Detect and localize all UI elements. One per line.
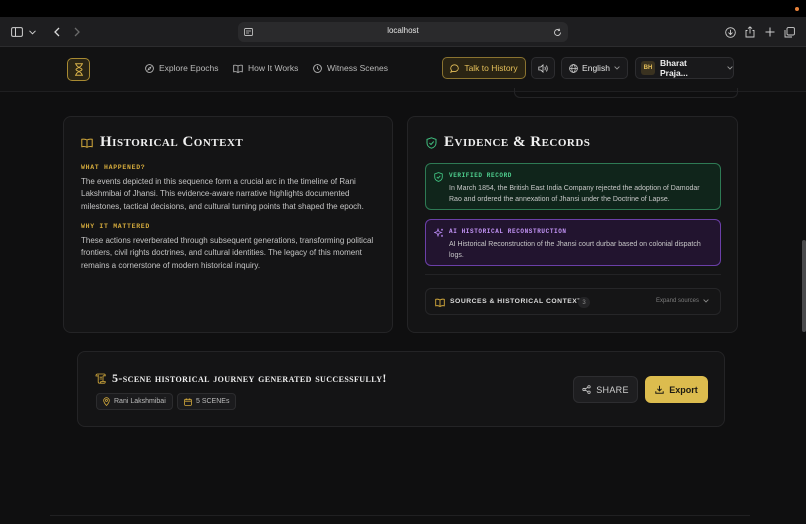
chevron-down-icon[interactable] <box>27 23 37 41</box>
sparkles-icon <box>434 228 443 238</box>
new-tab-icon[interactable] <box>764 23 776 41</box>
url-text: localhost <box>387 26 419 35</box>
page-scrollbar[interactable] <box>802 240 806 332</box>
ai-reconstruction-box: AI HISTORICAL RECONSTRUCTION AI Historic… <box>425 219 721 266</box>
book-open-icon <box>81 138 93 148</box>
export-button[interactable]: Export <box>645 376 708 403</box>
talk-button-label: Talk to History <box>464 63 518 73</box>
chip-label: 5 SCENEs <box>196 398 230 405</box>
speaker-icon <box>537 63 548 73</box>
book-icon <box>233 64 243 73</box>
shield-check-icon <box>434 172 443 182</box>
verified-record-box: VERIFIED RECORD In March 1854, the Briti… <box>425 163 721 210</box>
verified-record-label: VERIFIED RECORD <box>449 172 513 179</box>
share-icon <box>582 385 591 394</box>
journey-success-banner: 5-scene historical journey generated suc… <box>77 351 725 427</box>
card-title-text: Evidence & Records <box>444 134 591 150</box>
chat-bubble-icon <box>450 63 460 73</box>
language-value: English <box>582 63 610 73</box>
reload-icon[interactable] <box>552 27 562 37</box>
success-headline: 5-scene historical journey generated suc… <box>95 371 387 386</box>
browser-toolbar: localhost <box>0 17 806 47</box>
nav-link-label: Witness Scenes <box>327 63 388 73</box>
footer-divider <box>50 515 750 516</box>
share-button-label: SHARE <box>596 384 629 395</box>
chevron-down-icon <box>727 66 733 70</box>
export-button-label: Export <box>669 384 698 395</box>
talk-to-history-button[interactable]: Talk to History <box>442 57 526 79</box>
expand-sources-label: Expand sources <box>655 298 699 304</box>
what-happened-text: The events depicted in this sequence for… <box>81 177 364 211</box>
expand-sources-toggle[interactable]: Expand sources <box>656 298 709 304</box>
download-icon[interactable] <box>724 23 736 41</box>
chevron-down-icon <box>703 299 709 303</box>
hourglass-logo-icon[interactable] <box>67 58 90 81</box>
system-bar <box>0 0 806 17</box>
avatar: BH <box>641 61 655 75</box>
share-browser-icon[interactable] <box>744 23 756 41</box>
back-arrow-icon[interactable] <box>51 23 63 41</box>
compass-icon <box>145 63 154 73</box>
why-it-mattered-text: These actions reverberated through subse… <box>81 236 374 270</box>
scene-count-chip: 5 SCENEs <box>177 393 237 410</box>
ai-reconstruction-label: AI HISTORICAL RECONSTRUCTION <box>449 228 567 235</box>
sources-label: SOURCES & HISTORICAL CONTEXT <box>450 298 582 305</box>
user-name: Bharat Praja... <box>659 58 688 78</box>
app-navbar: Explore Epochs How It Works Witness Scen… <box>0 47 806 92</box>
recording-indicator-icon <box>795 7 799 11</box>
sidebar-toggle-icon[interactable] <box>9 23 25 41</box>
what-happened-heading: WHAT HAPPENED? <box>81 164 146 171</box>
historical-context-title: Historical Context <box>81 134 243 151</box>
chevron-down-icon <box>614 66 620 70</box>
epoch-chip: Rani Lakshmibai <box>96 393 173 410</box>
ai-reconstruction-text: AI Historical Reconstruction of the Jhan… <box>449 241 701 259</box>
nav-link-how-it-works[interactable]: How It Works <box>233 63 298 73</box>
nav-link-label: Explore Epochs <box>159 63 219 73</box>
user-menu[interactable]: BH Bharat Praja... <box>635 57 734 79</box>
calendar-icon <box>184 397 192 406</box>
sources-accordion[interactable]: SOURCES & HISTORICAL CONTEXT 3 Expand so… <box>425 288 721 315</box>
sources-count-badge: 3 <box>578 297 590 308</box>
share-button[interactable]: SHARE <box>573 376 638 403</box>
nav-link-label: How It Works <box>248 63 299 73</box>
card-title-text: Historical Context <box>100 134 244 150</box>
verified-record-text: In March 1854, the British East India Co… <box>449 185 700 203</box>
evidence-records-title: Evidence & Records <box>426 134 590 151</box>
book-icon <box>435 298 445 307</box>
why-it-mattered-heading: WHY IT MATTERED <box>81 223 151 230</box>
forward-arrow-icon[interactable] <box>71 23 83 41</box>
globe-icon <box>569 63 578 73</box>
success-headline-text: 5-scene historical journey generated suc… <box>112 371 387 385</box>
nav-link-explore-epochs[interactable]: Explore Epochs <box>145 63 219 73</box>
language-select[interactable]: English <box>561 57 628 79</box>
nav-link-witness-scenes[interactable]: Witness Scenes <box>313 63 388 73</box>
audio-toggle-button[interactable] <box>531 57 555 79</box>
address-bar[interactable]: localhost <box>238 22 568 42</box>
divider <box>425 274 721 275</box>
shield-check-icon <box>426 136 437 149</box>
scroll-icon <box>95 373 106 384</box>
previous-card-edge <box>514 88 738 98</box>
chip-label: Rani Lakshmibai <box>114 398 166 405</box>
download-icon <box>655 385 664 394</box>
historical-context-card: Historical Context WHAT HAPPENED? The ev… <box>63 116 393 333</box>
map-pin-icon <box>103 397 110 406</box>
clock-icon <box>313 63 322 73</box>
tab-overview-icon[interactable] <box>783 23 796 41</box>
